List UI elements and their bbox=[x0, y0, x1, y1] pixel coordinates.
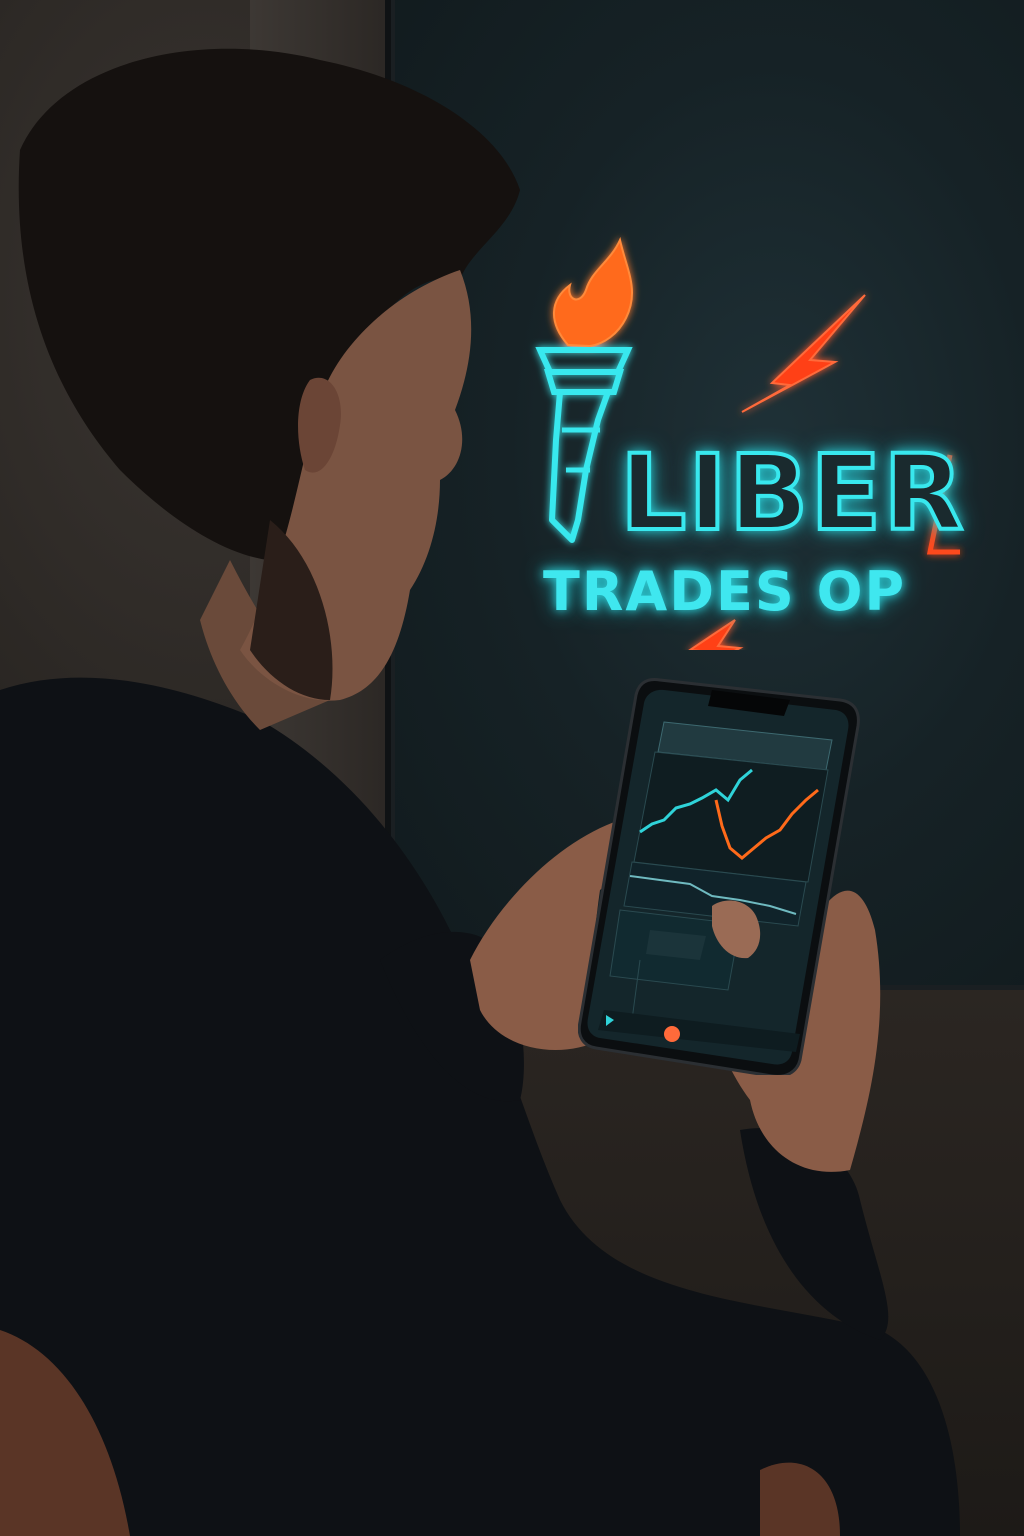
person bbox=[0, 48, 960, 1536]
photo-scene: LIBER TRADES OP bbox=[0, 0, 1024, 1536]
smartphone bbox=[578, 678, 860, 1075]
nav-home-icon bbox=[664, 1026, 680, 1042]
